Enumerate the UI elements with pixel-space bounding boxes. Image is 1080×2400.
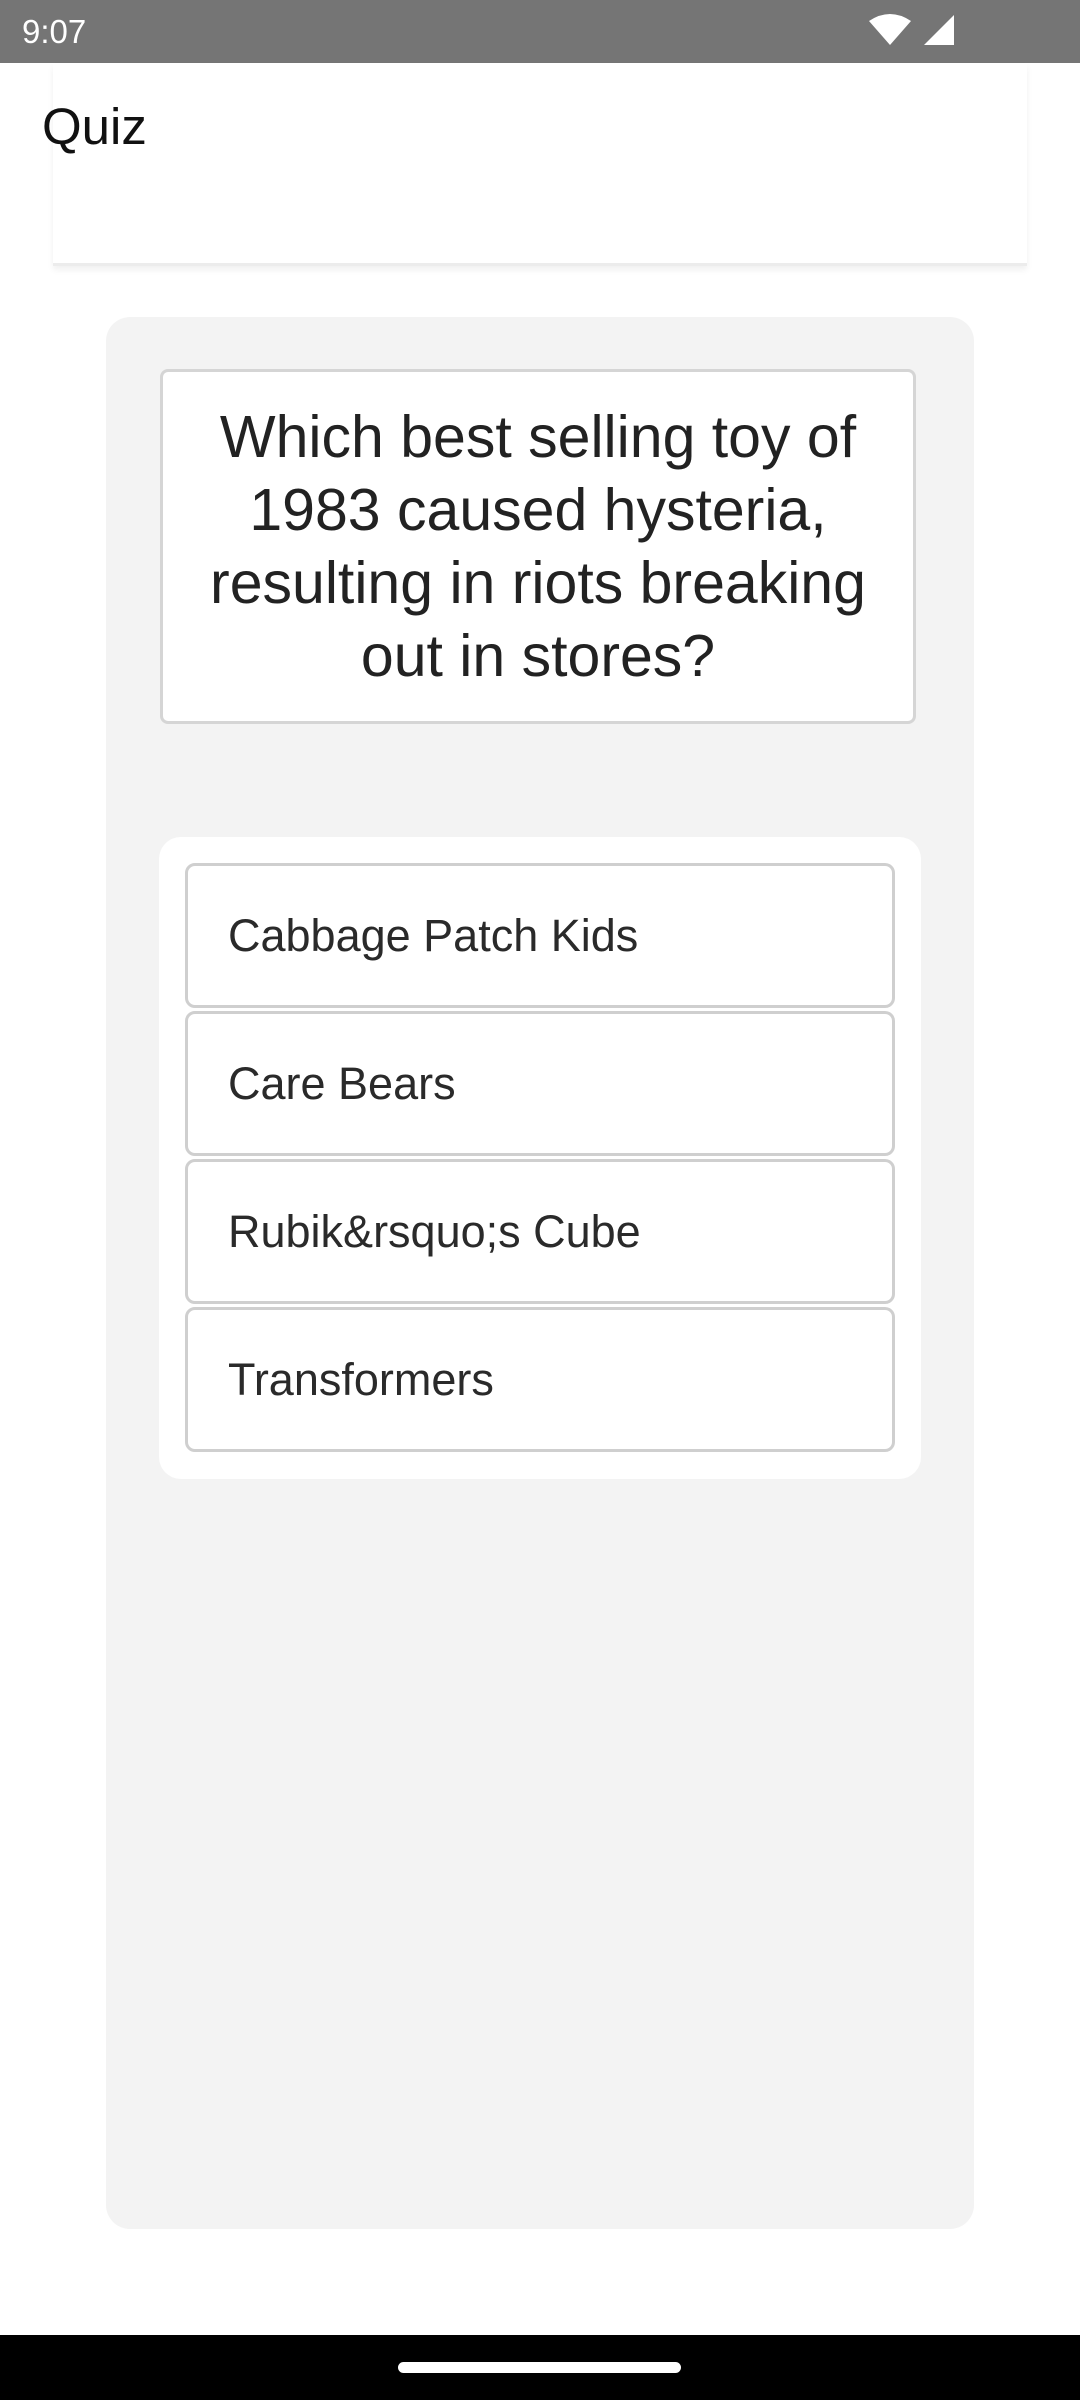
question-text: Which best selling toy of 1983 caused hy… — [210, 403, 866, 689]
answer-options: Cabbage Patch Kids Care Bears Rubik&rsqu… — [159, 837, 921, 1479]
answer-option-label: Rubik&rsquo;s Cube — [228, 1206, 641, 1257]
page-title: Quiz — [42, 98, 147, 155]
quiz-panel: Which best selling toy of 1983 caused hy… — [106, 317, 974, 2229]
status-bar: 9:07 — [0, 0, 1080, 63]
signal-icon — [924, 15, 954, 45]
answer-option-label: Care Bears — [228, 1058, 456, 1109]
home-gesture-handle[interactable] — [398, 2362, 681, 2373]
wifi-icon — [869, 14, 911, 45]
answer-option-cabbage-patch-kids[interactable]: Cabbage Patch Kids — [185, 863, 895, 1008]
app-header — [53, 63, 1027, 266]
answer-option-label: Transformers — [228, 1354, 494, 1405]
answer-option-label: Cabbage Patch Kids — [228, 910, 639, 961]
question-card: Which best selling toy of 1983 caused hy… — [160, 369, 916, 724]
navigation-bar — [0, 2335, 1080, 2400]
answer-option-rubiks-cube[interactable]: Rubik&rsquo;s Cube — [185, 1159, 895, 1304]
answer-option-care-bears[interactable]: Care Bears — [185, 1011, 895, 1156]
answer-option-transformers[interactable]: Transformers — [185, 1307, 895, 1452]
status-time: 9:07 — [22, 13, 87, 50]
status-icons — [868, 13, 968, 47]
